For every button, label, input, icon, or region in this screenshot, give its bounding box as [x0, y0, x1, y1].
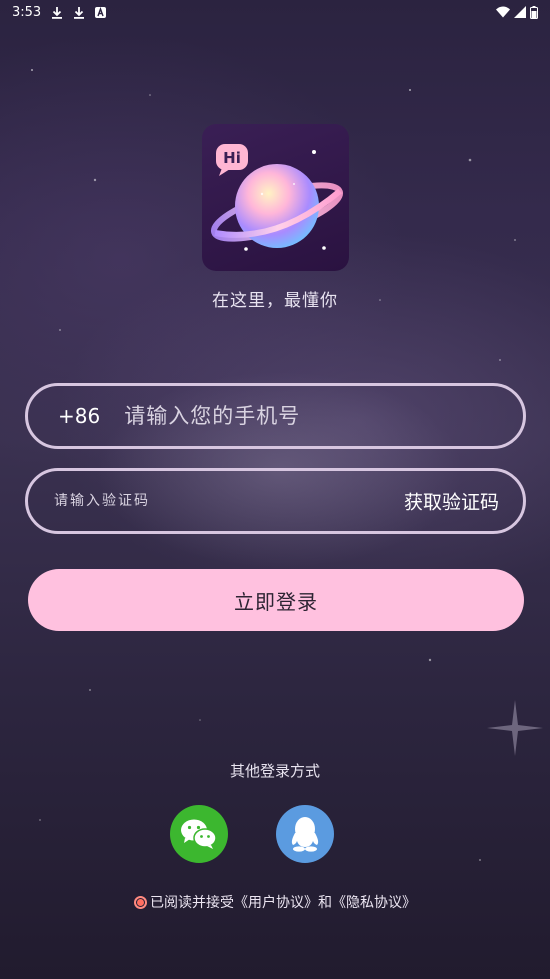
get-code-button[interactable]: 获取验证码: [404, 488, 499, 515]
status-bar: 3:53: [0, 0, 550, 24]
download-icon: [73, 6, 85, 19]
login-button[interactable]: 立即登录: [28, 569, 524, 631]
agreement-row: 已阅读并接受 《用户协议》 和 《隐私协议》: [0, 892, 550, 912]
qq-icon: [291, 817, 319, 852]
battery-icon: [530, 5, 538, 19]
radio-dot: [137, 898, 144, 906]
verification-code-input[interactable]: [52, 492, 316, 510]
signal-icon: [514, 6, 526, 18]
a-badge-icon: [95, 6, 107, 18]
phone-input[interactable]: [122, 403, 447, 429]
status-time: 3:53: [12, 4, 42, 20]
other-login-label: 其他登录方式: [229, 762, 320, 780]
app-slogan: 在这里，最懂你: [212, 291, 338, 311]
download-icon: [51, 6, 63, 19]
agreement-radio[interactable]: [134, 895, 147, 909]
privacy-agreement-link[interactable]: 《隐私协议》: [332, 892, 416, 912]
agreement-and: 和: [318, 895, 332, 911]
app-logo: Hi: [202, 124, 349, 271]
user-agreement-link[interactable]: 《用户协议》: [234, 892, 318, 912]
qq-login-button[interactable]: [276, 805, 334, 863]
verification-code-field[interactable]: 获取验证码: [25, 468, 526, 534]
agreement-prefix: 已阅读并接受: [150, 895, 234, 911]
country-code[interactable]: +86: [58, 404, 100, 428]
phone-field[interactable]: +86: [25, 383, 526, 449]
wechat-icon: [181, 819, 217, 849]
wifi-icon: [496, 6, 510, 18]
logo-hi-text: Hi: [223, 149, 241, 167]
wechat-login-button[interactable]: [170, 805, 228, 863]
